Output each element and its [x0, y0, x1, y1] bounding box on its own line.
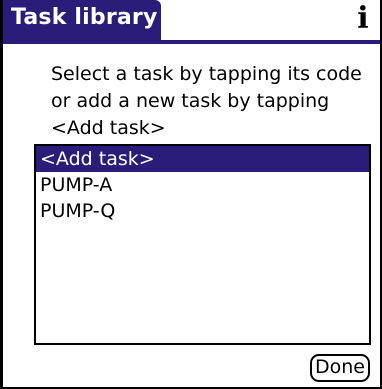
list-item-pump-q[interactable]: PUMP-Q	[36, 198, 369, 224]
info-icon[interactable]: i	[352, 2, 374, 36]
task-library-dialog: Task library i Select a task by tapping …	[3, 0, 380, 387]
window-title: Task library	[11, 5, 158, 30]
instruction-line: <Add task>	[51, 117, 166, 139]
done-button[interactable]: Done	[310, 354, 370, 382]
instruction-line: or add a new task by tapping	[51, 90, 330, 112]
list-item-add-task[interactable]: <Add task>	[36, 146, 369, 172]
list-item-pump-a[interactable]: PUMP-A	[36, 172, 369, 198]
screen: Task library i Select a task by tapping …	[0, 0, 382, 389]
task-list[interactable]: <Add task> PUMP-A PUMP-Q	[34, 144, 371, 345]
title-tab: Task library	[3, 0, 161, 42]
instruction-line: Select a task by tapping its code	[51, 63, 362, 85]
instructions-text: Select a task by tapping its code or add…	[51, 61, 371, 142]
